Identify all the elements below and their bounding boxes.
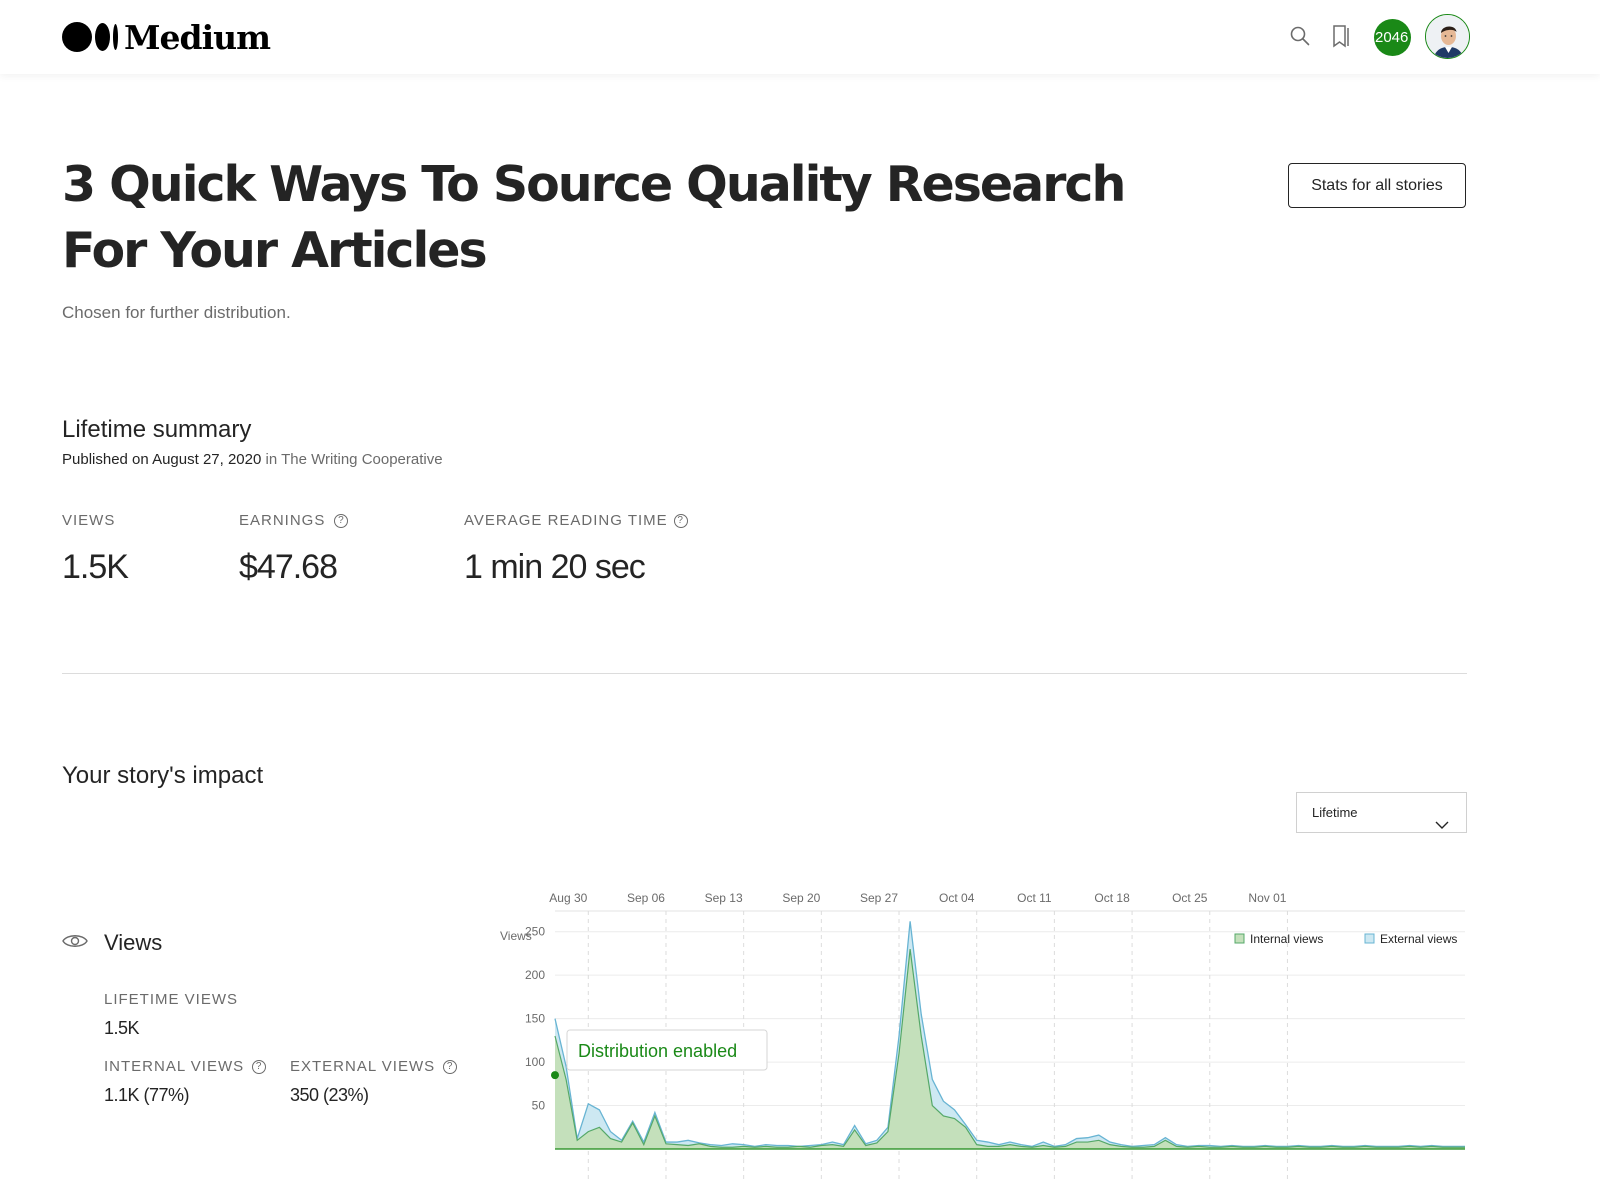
earnings-help-icon[interactable]: ? <box>334 513 349 528</box>
published-prefix: Published on <box>62 451 149 468</box>
bookmarks-icon[interactable] <box>1328 22 1356 50</box>
views-chart: 50 100 150 200 250 Aug 30 Sep 06 Sep 13 Sep 20 Se… <box>500 880 1480 1190</box>
external-views-label: EXTERNAL VIEWS ? <box>290 1058 458 1075</box>
distribution-marker <box>551 1071 559 1080</box>
medium-wordmark: Medium <box>124 17 271 57</box>
medium-logo[interactable]: Medium <box>62 17 271 57</box>
search-icon[interactable] <box>1286 22 1314 50</box>
y-axis-label: Views <box>500 929 532 943</box>
section-divider <box>62 673 1467 674</box>
views-metric-label-text: VIEWS <box>62 512 116 529</box>
legend-label-internal: Internal views <box>1250 932 1323 946</box>
time-range-selected: Lifetime <box>1312 805 1358 820</box>
external-views-help-icon[interactable]: ? <box>443 1059 458 1074</box>
notifications-count-badge[interactable]: 2046 <box>1374 19 1411 56</box>
x-tick-label: Nov 01 <box>1248 891 1286 905</box>
distribution-note: Chosen for further distribution. <box>62 303 291 322</box>
legend-label-external: External views <box>1380 932 1457 946</box>
medium-logo-mark <box>62 22 118 52</box>
x-tick-label: Oct 18 <box>1094 891 1130 905</box>
internal-views-value: 1.1K (77%) <box>104 1085 190 1105</box>
reading-time-metric-label: AVERAGE READING TIME ? <box>464 512 688 529</box>
earnings-metric-value: $47.68 <box>239 548 338 586</box>
distribution-tooltip-text: Distribution enabled <box>578 1041 737 1061</box>
y-tick-label: 150 <box>525 1012 545 1026</box>
reading-time-metric-label-text: AVERAGE READING TIME <box>464 512 668 529</box>
x-tick-label: Sep 06 <box>627 891 665 905</box>
x-tick-label: Sep 27 <box>860 891 898 905</box>
external-views-value: 350 (23%) <box>290 1085 369 1105</box>
publication-link[interactable]: The Writing Cooperative <box>281 451 442 468</box>
published-info: Published on August 27, 2020 in The Writ… <box>62 451 443 468</box>
legend-swatch-external <box>1364 933 1375 944</box>
top-navigation-bar: Medium 2046 <box>0 0 1600 74</box>
x-tick-label: Aug 30 <box>549 891 587 905</box>
x-tick-label: Oct 11 <box>1017 891 1052 905</box>
chevron-down-icon <box>1435 806 1449 845</box>
views-section-title: Views <box>104 930 163 955</box>
y-tick-label: 50 <box>532 1099 546 1113</box>
reading-time-metric-value: 1 min 20 sec <box>464 548 646 586</box>
lifetime-views-label: LIFETIME VIEWS <box>104 991 238 1008</box>
story-impact-heading: Your story's impact <box>62 762 264 789</box>
y-tick-label: 100 <box>525 1055 545 1069</box>
views-chart-svg: 50100150200250Aug 30 Sep 06 Sep 13 Sep 20 Se… <box>500 891 1465 1180</box>
external-views-label-text: EXTERNAL VIEWS <box>290 1058 436 1075</box>
lifetime-views-label-text: LIFETIME VIEWS <box>104 991 239 1008</box>
views-metric-value: 1.5K <box>62 548 129 586</box>
user-avatar[interactable] <box>1425 14 1470 59</box>
eye-icon <box>62 932 88 955</box>
lifetime-views-value: 1.5K <box>104 1018 140 1038</box>
legend-swatch-internal <box>1234 933 1245 944</box>
published-in-word: in <box>265 451 278 468</box>
stats-for-all-stories-button[interactable]: Stats for all stories <box>1288 163 1466 208</box>
earnings-metric-label: EARNINGS ? <box>239 512 349 529</box>
x-tick-label: Oct 04 <box>939 891 975 905</box>
internal-views-help-icon[interactable]: ? <box>252 1059 267 1074</box>
time-range-dropdown[interactable]: Lifetime <box>1296 792 1467 833</box>
published-date: August 27, 2020 <box>152 451 262 468</box>
earnings-metric-label-text: EARNINGS <box>239 512 326 529</box>
internal-views-label: INTERNAL VIEWS ? <box>104 1058 267 1075</box>
story-title: 3 Quick Ways To Source Quality Research … <box>62 156 1126 279</box>
y-tick-label: 200 <box>525 968 545 982</box>
lifetime-summary-heading: Lifetime summary <box>62 416 252 443</box>
x-tick-label: Sep 13 <box>705 891 743 905</box>
reading-time-help-icon[interactable]: ? <box>673 513 688 528</box>
x-tick-label: Oct 25 <box>1172 891 1208 905</box>
internal-views-label-text: INTERNAL VIEWS <box>104 1058 245 1075</box>
x-tick-label: Sep 20 <box>782 891 820 905</box>
views-metric-label: VIEWS <box>62 512 115 529</box>
views-section-header: Views <box>62 930 162 956</box>
